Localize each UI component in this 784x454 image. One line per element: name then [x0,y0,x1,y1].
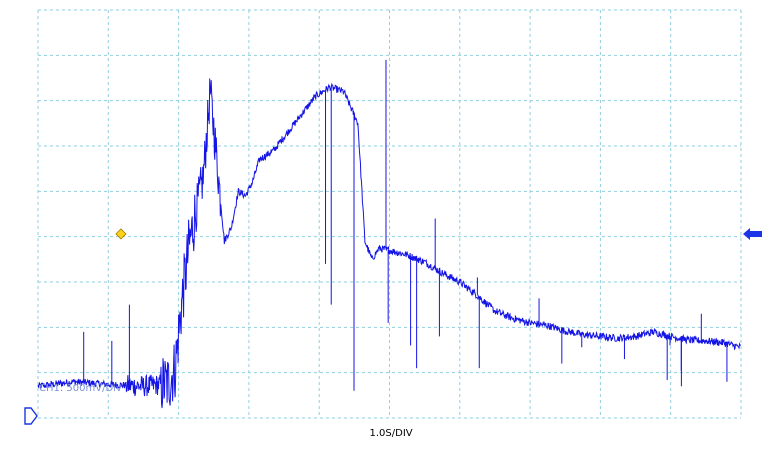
channel-scale-label: CH1: 500mV/Div [39,383,122,394]
oscilloscope-plot: CH1: 500mV/Div 1.0S/DIV [0,0,784,454]
oscilloscope-screen: CH1: 500mV/Div 1.0S/DIV [0,0,784,454]
timebase-label: 1.0S/DIV [370,428,413,439]
